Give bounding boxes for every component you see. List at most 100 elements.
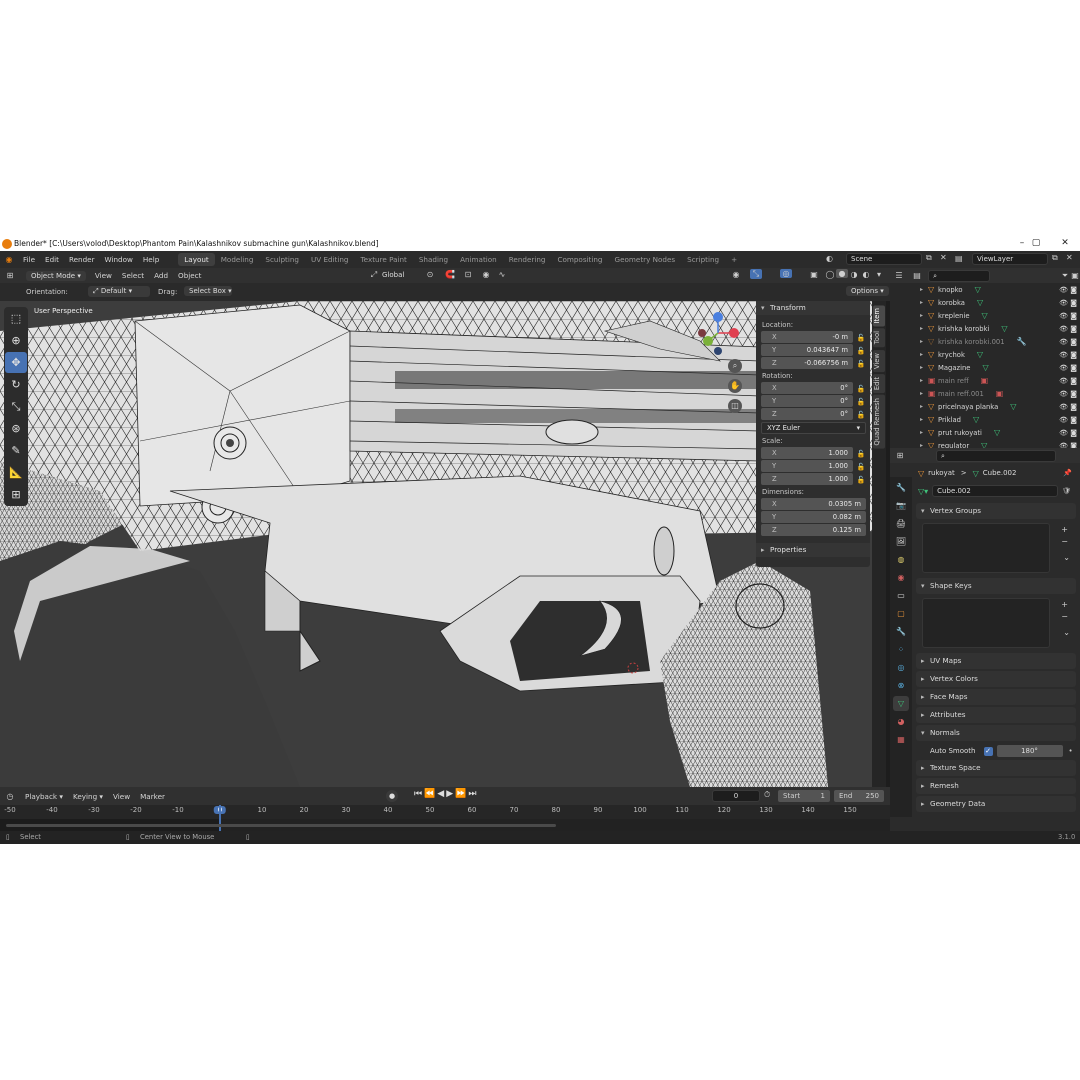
falloff-icon[interactable]: ∿ xyxy=(496,270,508,279)
scale-y-row[interactable]: Y 1.000 🔓 xyxy=(761,460,866,473)
tab-uv-editing[interactable]: UV Editing xyxy=(305,253,355,266)
tab-sculpting[interactable]: Sculpting xyxy=(259,253,305,266)
menu-add[interactable]: Add xyxy=(149,271,173,280)
tab-compositing[interactable]: Compositing xyxy=(551,253,608,266)
add-cube-tool-icon[interactable]: ⊞ xyxy=(5,484,27,505)
snap-target-icon[interactable]: ⊡ xyxy=(462,270,474,279)
eye-camera-icons[interactable]: 👁 ◙ xyxy=(1059,429,1077,437)
output-properties-icon[interactable]: 🖨 xyxy=(893,516,909,531)
add-shape-key-icon[interactable]: + xyxy=(1061,600,1068,609)
tab-scripting[interactable]: Scripting xyxy=(681,253,725,266)
attributes-panel-header[interactable]: Attributes xyxy=(916,707,1076,723)
uv-maps-panel-header[interactable]: UV Maps xyxy=(916,653,1076,669)
menu-window[interactable]: Window xyxy=(100,255,138,264)
outliner-row[interactable]: ▸ ▽ pricelnaya planka ▽ 👁 ◙ xyxy=(920,400,1080,413)
scale-y-value[interactable]: 1.000 xyxy=(829,462,848,470)
outliner-search-input[interactable]: ⌕ xyxy=(928,269,990,282)
location-x-value[interactable]: -0 m xyxy=(832,333,848,341)
tab-modeling[interactable]: Modeling xyxy=(215,253,260,266)
menu-file[interactable]: File xyxy=(18,255,40,264)
outliner-row[interactable]: ▸ ▽ krishka korobki ▽ 👁 ◙ xyxy=(920,322,1080,335)
menu-marker[interactable]: Marker xyxy=(135,792,170,801)
vertex-group-specials-icon[interactable]: ⌄ xyxy=(1063,553,1070,562)
texture-space-panel-header[interactable]: Texture Space xyxy=(916,760,1076,776)
outliner-row[interactable]: ▸ ▽ Priklad ▽ 👁 ◙ xyxy=(920,413,1080,426)
rendered-shading-icon[interactable]: ◐ xyxy=(860,270,872,279)
scale-z-row[interactable]: Z 1.000 🔓 xyxy=(761,473,866,486)
lock-icon[interactable]: 🔓 xyxy=(856,463,866,471)
outliner-row[interactable]: ▸ ▣ main reff ▣ 👁 ◙ xyxy=(920,374,1080,387)
pin-icon[interactable]: 📌 xyxy=(1063,469,1072,477)
tab-layout[interactable]: Layout xyxy=(178,253,215,266)
outliner-row[interactable]: ▸ ▽ Magazine ▽ 👁 ◙ xyxy=(920,361,1080,374)
lock-icon[interactable]: 🔓 xyxy=(856,360,866,368)
3d-viewport[interactable]: User Perspective ⌕ ✋ ◫ xyxy=(0,301,878,787)
tab-edit[interactable]: Edit xyxy=(873,373,885,393)
zoom-icon[interactable]: ⌕ xyxy=(728,359,742,373)
menu-view[interactable]: View xyxy=(90,271,117,280)
filter-icon[interactable]: ⏷ xyxy=(1060,271,1070,281)
delete-view-layer-icon[interactable]: ✕ xyxy=(1066,253,1073,262)
mode-dropdown[interactable]: Object Mode ▾ xyxy=(26,270,86,281)
tab-item[interactable]: Item xyxy=(873,305,885,327)
lock-icon[interactable]: 🔓 xyxy=(856,334,866,342)
outliner-editor-icon[interactable]: ☰ xyxy=(894,271,904,280)
rotation-x-value[interactable]: 0° xyxy=(840,384,848,392)
tab-rendering[interactable]: Rendering xyxy=(503,253,552,266)
shape-keys-list[interactable] xyxy=(922,598,1050,648)
transform-panel-header[interactable]: Transform xyxy=(756,301,870,315)
eye-camera-icons[interactable]: 👁 ◙ xyxy=(1059,286,1077,294)
eye-camera-icons[interactable]: 👁 ◙ xyxy=(1059,364,1077,372)
scale-tool-icon[interactable]: ⤡ xyxy=(5,396,27,417)
shading-options-icon[interactable]: ▾ xyxy=(873,270,885,279)
rotation-mode-dropdown[interactable]: XYZ Euler xyxy=(767,424,800,432)
modifier-properties-icon[interactable]: 🔧 xyxy=(893,624,909,639)
remove-vertex-group-icon[interactable]: − xyxy=(1061,537,1068,546)
dimensions-y-value[interactable]: 0.082 m xyxy=(833,513,861,521)
tab-view[interactable]: View xyxy=(873,349,885,372)
auto-smooth-angle-field[interactable]: 180° xyxy=(996,745,1063,757)
rotation-z-row[interactable]: Z 0° 🔓 xyxy=(761,408,866,421)
dimensions-x-row[interactable]: X 0.0305 m xyxy=(761,498,866,511)
remesh-panel-header[interactable]: Remesh xyxy=(916,778,1076,794)
eye-camera-icons[interactable]: 👁 ◙ xyxy=(1059,351,1077,359)
pivot-icon[interactable]: ⊙ xyxy=(424,270,436,279)
world-properties-icon[interactable]: ◉ xyxy=(893,570,909,585)
snap-icon[interactable]: 🧲 xyxy=(444,270,456,279)
dimensions-y-row[interactable]: Y 0.082 m xyxy=(761,511,866,524)
material-shading-icon[interactable]: ◑ xyxy=(848,270,860,279)
transform-orientation-dropdown[interactable]: Global xyxy=(382,271,404,279)
dimensions-x-value[interactable]: 0.0305 m xyxy=(828,500,861,508)
transform-tool-icon[interactable]: ⊛ xyxy=(5,418,27,439)
tab-shading[interactable]: Shading xyxy=(413,253,454,266)
tab-texture-paint[interactable]: Texture Paint xyxy=(354,253,412,266)
location-x-row[interactable]: X -0 m 🔓 xyxy=(761,331,866,344)
properties-search-input[interactable]: ⌕ xyxy=(936,449,1056,462)
xray-icon[interactable]: ▣ xyxy=(808,270,820,279)
scene-properties-icon[interactable]: ◍ xyxy=(893,552,909,567)
vertex-colors-panel-header[interactable]: Vertex Colors xyxy=(916,671,1076,687)
shape-key-specials-icon[interactable]: ⌄ xyxy=(1063,628,1070,637)
eye-camera-icons[interactable]: 👁 ◙ xyxy=(1059,416,1077,424)
texture-properties-icon[interactable]: ▦ xyxy=(893,732,909,747)
auto-smooth-checkbox[interactable]: ✓ xyxy=(983,746,993,756)
close-button[interactable]: ✕ xyxy=(1055,238,1075,248)
solid-shading-icon[interactable]: ● xyxy=(836,269,848,278)
record-icon[interactable]: ● xyxy=(386,790,398,802)
current-frame-field[interactable]: 0 xyxy=(712,790,760,802)
outliner-row[interactable]: ▸ ▽ krychok ▽ 👁 ◙ xyxy=(920,348,1080,361)
lock-icon[interactable]: 🔓 xyxy=(856,476,866,484)
object-properties-icon[interactable]: ▢ xyxy=(893,606,909,621)
add-workspace-button[interactable]: + xyxy=(725,253,743,266)
lock-icon[interactable]: 🔓 xyxy=(856,347,866,355)
location-z-row[interactable]: Z -0.066756 m 🔓 xyxy=(761,357,866,370)
collection-properties-icon[interactable]: ▭ xyxy=(893,588,909,603)
scene-field[interactable]: Scene xyxy=(846,253,922,265)
properties-panel-header[interactable]: Properties xyxy=(756,543,870,557)
fake-user-icon[interactable]: 🛡 xyxy=(1062,487,1071,495)
view-layer-field[interactable]: ViewLayer xyxy=(972,253,1048,265)
physics-properties-icon[interactable]: ◎ xyxy=(893,660,909,675)
copy-view-layer-icon[interactable]: ⧉ xyxy=(1052,253,1058,263)
eye-camera-icons[interactable]: 👁 ◙ xyxy=(1059,338,1077,346)
location-y-value[interactable]: 0.043647 m xyxy=(807,346,848,354)
